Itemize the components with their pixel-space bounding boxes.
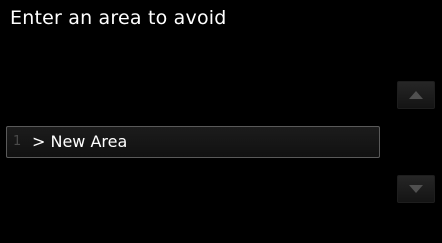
- triangle-up-icon: [409, 91, 423, 99]
- list-item-index: 1: [13, 134, 22, 149]
- list-item-label: > New Area: [32, 132, 128, 151]
- triangle-down-icon: [409, 185, 423, 193]
- avoid-area-screen: Enter an area to avoid 1 > New Area: [0, 0, 442, 243]
- list-item-new-area[interactable]: 1 > New Area: [6, 126, 380, 158]
- scroll-down-button[interactable]: [397, 175, 435, 203]
- scroll-up-button[interactable]: [397, 81, 435, 109]
- page-title: Enter an area to avoid: [10, 7, 227, 29]
